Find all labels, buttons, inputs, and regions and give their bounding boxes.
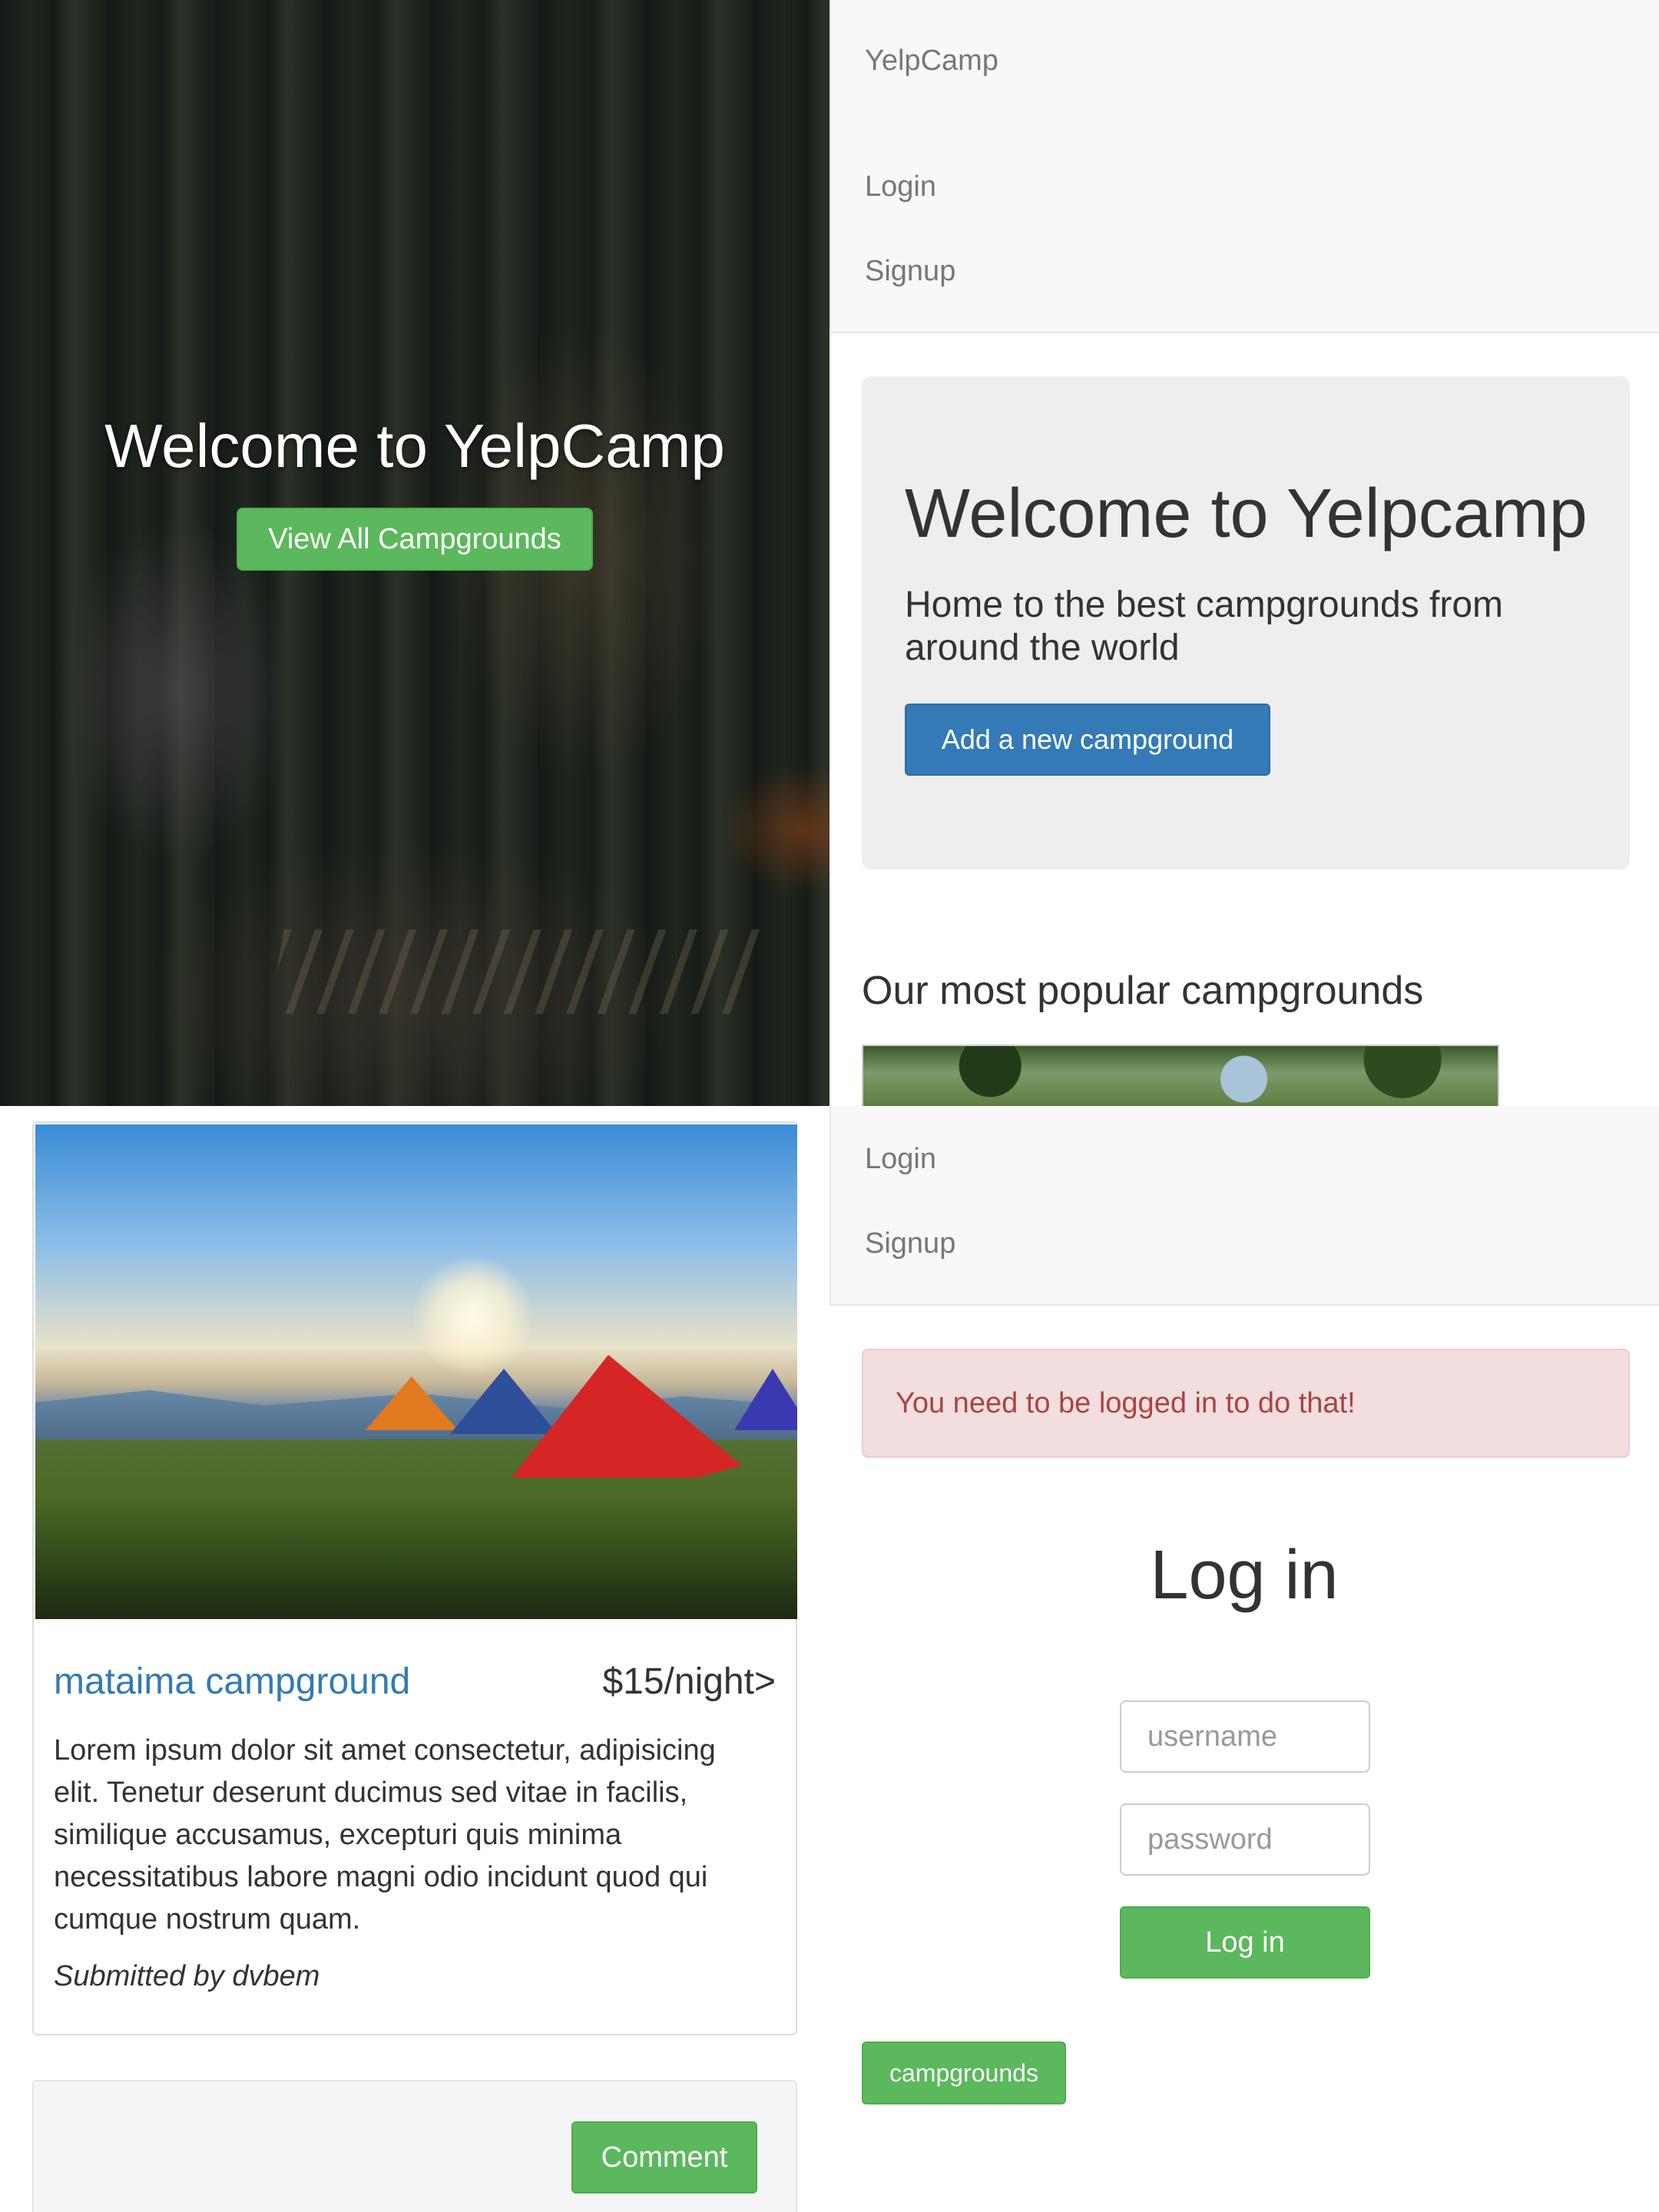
landing-hero: Welcome to YelpCamp View All Campgrounds: [0, 0, 830, 1106]
campground-thumbnail[interactable]: [862, 1045, 1499, 1106]
nav-signup-link[interactable]: Signup: [865, 1227, 955, 1260]
jumbotron-subheading: Home to the best campgrounds from around…: [905, 584, 1504, 668]
campground-price: $15/night>: [602, 1661, 776, 1702]
jumbotron-heading: Welcome to Yelpcamp: [905, 475, 1588, 552]
campground-show: mataima campground $15/night> Lorem ipsu…: [0, 1106, 830, 2212]
view-all-campgrounds-button[interactable]: View All Campgrounds: [237, 508, 593, 571]
username-input[interactable]: [1120, 1700, 1370, 1773]
navbar: YelpCamp Login Signup: [830, 0, 1659, 333]
campgrounds-back-button[interactable]: campgrounds: [862, 2041, 1066, 2104]
campground-image: [35, 1124, 797, 1619]
nav-login-link[interactable]: Login: [865, 1143, 936, 1176]
brand-link[interactable]: YelpCamp: [865, 45, 998, 78]
password-input[interactable]: [1120, 1803, 1370, 1876]
login-heading: Log in: [1150, 1537, 1339, 1614]
add-campground-button[interactable]: Add a new campground: [905, 704, 1270, 776]
login-submit-button[interactable]: Log in: [1120, 1906, 1370, 1979]
error-alert: You need to be logged in to do that!: [862, 1349, 1630, 1458]
campground-card: mataima campground $15/night> Lorem ipsu…: [32, 1121, 797, 2035]
navbar: Login Signup: [830, 1106, 1659, 1306]
login-page: Login Signup You need to be logged in to…: [830, 1106, 1659, 2212]
popular-heading: Our most popular campgrounds: [862, 969, 1424, 1013]
campgrounds-index: YelpCamp Login Signup Welcome to Yelpcam…: [830, 0, 1659, 1106]
tent-shape: [734, 1369, 797, 1430]
nav-signup-link[interactable]: Signup: [865, 255, 955, 288]
comment-button[interactable]: Comment: [571, 2121, 757, 2194]
nav-login-link[interactable]: Login: [865, 171, 936, 204]
hero-title: Welcome to YelpCamp: [104, 412, 725, 480]
jumbotron: Welcome to Yelpcamp Home to the best cam…: [862, 376, 1630, 869]
campground-description: Lorem ipsum dolor sit amet consectetur, …: [54, 1734, 716, 1936]
campground-name[interactable]: mataima campground: [54, 1661, 410, 1703]
comments-well: Comment: [32, 2080, 797, 2212]
submitted-by: Submitted by dvbem: [54, 1960, 320, 1992]
